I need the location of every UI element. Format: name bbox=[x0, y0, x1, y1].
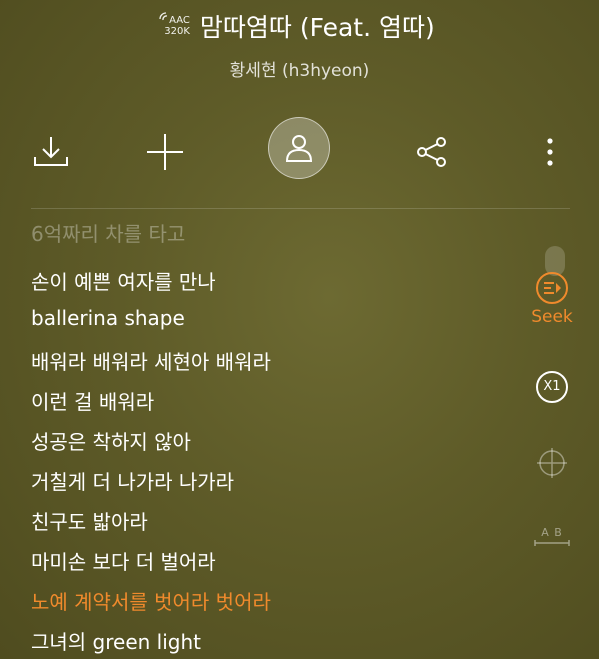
lyric-line[interactable]: 친구도 밟아라 bbox=[31, 506, 148, 535]
lyrics-side-controls: Seek X1 A B bbox=[499, 240, 599, 560]
sync-target-button[interactable] bbox=[535, 446, 569, 480]
plus-icon bbox=[147, 134, 183, 170]
signal-arc-icon bbox=[159, 12, 168, 21]
playback-speed-button[interactable]: X1 bbox=[535, 370, 569, 404]
seek-icon bbox=[536, 272, 568, 304]
action-toolbar bbox=[0, 112, 599, 190]
artist-name[interactable]: 황세현 (h3hyeon) bbox=[0, 56, 599, 81]
ab-label: A B bbox=[541, 526, 563, 539]
add-button[interactable] bbox=[145, 132, 185, 172]
song-title: 맘따염따 (Feat. 염따) bbox=[199, 13, 435, 42]
person-icon bbox=[285, 135, 313, 162]
share-button[interactable] bbox=[414, 134, 450, 170]
lyric-line[interactable]: 거칠게 더 나가라 나가라 bbox=[31, 466, 234, 495]
download-button[interactable] bbox=[31, 132, 71, 172]
share-icon bbox=[417, 137, 446, 167]
lyric-line[interactable]: 손이 예쁜 여자를 만나 bbox=[31, 266, 216, 295]
seek-label: Seek bbox=[531, 307, 573, 327]
ab-range-icon bbox=[534, 540, 570, 546]
lyric-line[interactable]: 성공은 착하지 않아 bbox=[31, 426, 191, 455]
ab-repeat-button[interactable]: A B bbox=[532, 526, 572, 547]
lyric-line[interactable]: 6억짜리 차를 타고 bbox=[31, 220, 185, 247]
quality-bitrate: 320K bbox=[164, 26, 190, 37]
lyric-line[interactable]: 그녀의 green light bbox=[31, 626, 201, 655]
more-vertical-icon bbox=[547, 138, 553, 166]
speed-label: X1 bbox=[543, 379, 561, 394]
seek-button[interactable]: Seek bbox=[523, 270, 581, 327]
lyric-line[interactable]: 마미손 보다 더 벌어라 bbox=[31, 546, 216, 575]
lyric-line[interactable]: ballerina shape bbox=[31, 306, 185, 330]
lyrics-view[interactable]: 6억짜리 차를 타고 손이 예쁜 여자를 만나 ballerina shape … bbox=[31, 220, 511, 659]
title-row: AAC 320K 맘따염따 (Feat. 염따) bbox=[0, 6, 599, 46]
more-button[interactable] bbox=[536, 132, 564, 172]
artist-avatar-button[interactable] bbox=[268, 117, 330, 179]
quality-badge: AAC 320K bbox=[159, 12, 190, 37]
download-icon bbox=[34, 137, 68, 166]
lyric-line-active[interactable]: 노예 계약서를 벗어라 벗어라 bbox=[31, 586, 271, 615]
lyric-line[interactable]: 배워라 배워라 세현아 배워라 bbox=[31, 346, 271, 375]
crosshair-icon bbox=[537, 448, 567, 478]
toolbar-divider bbox=[31, 208, 570, 209]
track-header: AAC 320K 맘따염따 (Feat. 염따) 황세현 (h3hyeon) bbox=[0, 0, 599, 100]
lyric-line[interactable]: 이런 걸 배워라 bbox=[31, 386, 154, 415]
